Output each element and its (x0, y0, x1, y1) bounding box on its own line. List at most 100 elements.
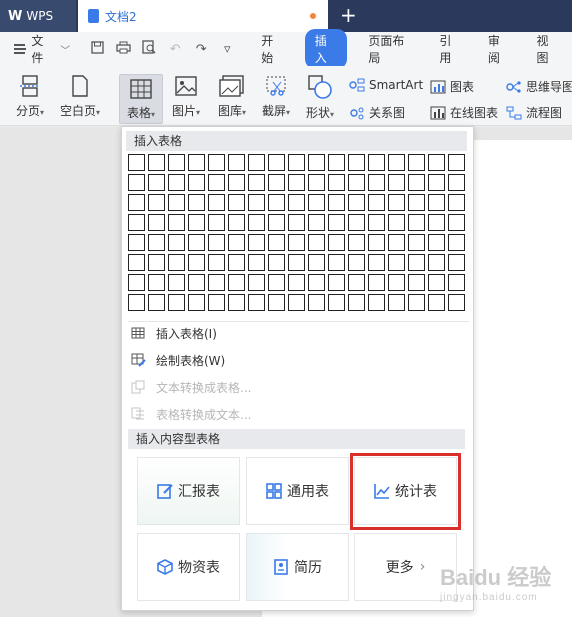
undo-icon[interactable]: ↶ (166, 42, 184, 57)
grid-cell[interactable] (448, 154, 465, 171)
grid-cell[interactable] (328, 254, 345, 271)
grid-cell[interactable] (128, 194, 145, 211)
grid-cell[interactable] (388, 294, 405, 311)
grid-cell[interactable] (128, 214, 145, 231)
grid-cell[interactable] (408, 274, 425, 291)
grid-cell[interactable] (128, 234, 145, 251)
resume-card[interactable]: 简历 (246, 533, 349, 601)
grid-cell[interactable] (328, 274, 345, 291)
grid-cell[interactable] (328, 294, 345, 311)
grid-cell[interactable] (128, 274, 145, 291)
grid-cell[interactable] (208, 214, 225, 231)
grid-cell[interactable] (128, 254, 145, 271)
grid-cell[interactable] (428, 254, 445, 271)
grid-cell[interactable] (268, 254, 285, 271)
mindmap-button[interactable]: 思维导图 (506, 78, 572, 95)
grid-cell[interactable] (148, 194, 165, 211)
report-table-card[interactable]: 汇报表 (137, 457, 240, 525)
grid-cell[interactable] (448, 254, 465, 271)
grid-cell[interactable] (368, 294, 385, 311)
grid-cell[interactable] (388, 174, 405, 191)
grid-cell[interactable] (308, 214, 325, 231)
grid-cell[interactable] (328, 174, 345, 191)
grid-cell[interactable] (288, 194, 305, 211)
grid-cell[interactable] (308, 194, 325, 211)
grid-cell[interactable] (428, 234, 445, 251)
grid-cell[interactable] (308, 274, 325, 291)
grid-cell[interactable] (228, 194, 245, 211)
grid-cell[interactable] (428, 294, 445, 311)
flowchart-button[interactable]: 流程图 (506, 104, 562, 121)
grid-cell[interactable] (328, 214, 345, 231)
table-button[interactable]: 表格▾ (119, 74, 163, 124)
grid-cell[interactable] (448, 294, 465, 311)
chart-button[interactable]: 图表 (430, 78, 474, 95)
blank-page-button[interactable]: 空白页▾ (56, 74, 104, 119)
grid-cell[interactable] (428, 174, 445, 191)
grid-cell[interactable] (248, 294, 265, 311)
relation-chart-button[interactable]: 关系图 (349, 104, 405, 121)
grid-cell[interactable] (208, 234, 225, 251)
grid-cell[interactable] (228, 214, 245, 231)
grid-cell[interactable] (168, 154, 185, 171)
grid-cell[interactable] (348, 274, 365, 291)
grid-cell[interactable] (448, 234, 465, 251)
grid-cell[interactable] (248, 194, 265, 211)
grid-cell[interactable] (248, 234, 265, 251)
grid-cell[interactable] (268, 194, 285, 211)
grid-cell[interactable] (168, 294, 185, 311)
page-break-button[interactable]: 分页▾ (10, 74, 50, 119)
grid-cell[interactable] (428, 274, 445, 291)
grid-cell[interactable] (128, 154, 145, 171)
grid-cell[interactable] (148, 214, 165, 231)
grid-cell[interactable] (228, 154, 245, 171)
grid-cell[interactable] (188, 154, 205, 171)
table-to-text-item[interactable]: 表格转换成文本... (130, 404, 251, 424)
grid-cell[interactable] (268, 174, 285, 191)
file-menu-button[interactable]: 文件 ﹀ (14, 32, 70, 66)
grid-cell[interactable] (448, 194, 465, 211)
grid-cell[interactable] (408, 214, 425, 231)
tab-wps-home[interactable]: W WPS (0, 0, 76, 32)
print-icon[interactable] (114, 41, 132, 58)
grid-cell[interactable] (268, 214, 285, 231)
grid-cell[interactable] (188, 254, 205, 271)
grid-cell[interactable] (228, 254, 245, 271)
grid-cell[interactable] (368, 214, 385, 231)
tab-page-layout[interactable]: 页面布局 (355, 32, 426, 66)
grid-cell[interactable] (308, 154, 325, 171)
grid-cell[interactable] (128, 294, 145, 311)
draw-table-item[interactable]: 绘制表格(W) (130, 350, 225, 370)
grid-cell[interactable] (308, 254, 325, 271)
grid-cell[interactable] (388, 154, 405, 171)
grid-cell[interactable] (208, 154, 225, 171)
grid-cell[interactable] (368, 254, 385, 271)
new-tab-button[interactable]: + (340, 4, 357, 26)
grid-cell[interactable] (248, 154, 265, 171)
grid-cell[interactable] (408, 254, 425, 271)
grid-cell[interactable] (388, 214, 405, 231)
grid-cell[interactable] (168, 274, 185, 291)
grid-cell[interactable] (388, 234, 405, 251)
grid-cell[interactable] (188, 174, 205, 191)
tab-view[interactable]: 视图 (523, 32, 572, 66)
grid-cell[interactable] (408, 174, 425, 191)
grid-cell[interactable] (188, 234, 205, 251)
screenshot-button[interactable]: 截屏▾ (258, 74, 294, 119)
grid-cell[interactable] (248, 274, 265, 291)
grid-cell[interactable] (208, 194, 225, 211)
grid-cell[interactable] (368, 194, 385, 211)
general-table-card[interactable]: 通用表 (246, 457, 349, 525)
grid-cell[interactable] (148, 234, 165, 251)
grid-cell[interactable] (168, 214, 185, 231)
grid-cell[interactable] (248, 214, 265, 231)
grid-cell[interactable] (148, 154, 165, 171)
grid-cell[interactable] (348, 174, 365, 191)
grid-cell[interactable] (368, 234, 385, 251)
grid-cell[interactable] (428, 214, 445, 231)
grid-cell[interactable] (348, 254, 365, 271)
grid-cell[interactable] (308, 234, 325, 251)
grid-cell[interactable] (288, 254, 305, 271)
grid-cell[interactable] (168, 254, 185, 271)
grid-cell[interactable] (408, 234, 425, 251)
